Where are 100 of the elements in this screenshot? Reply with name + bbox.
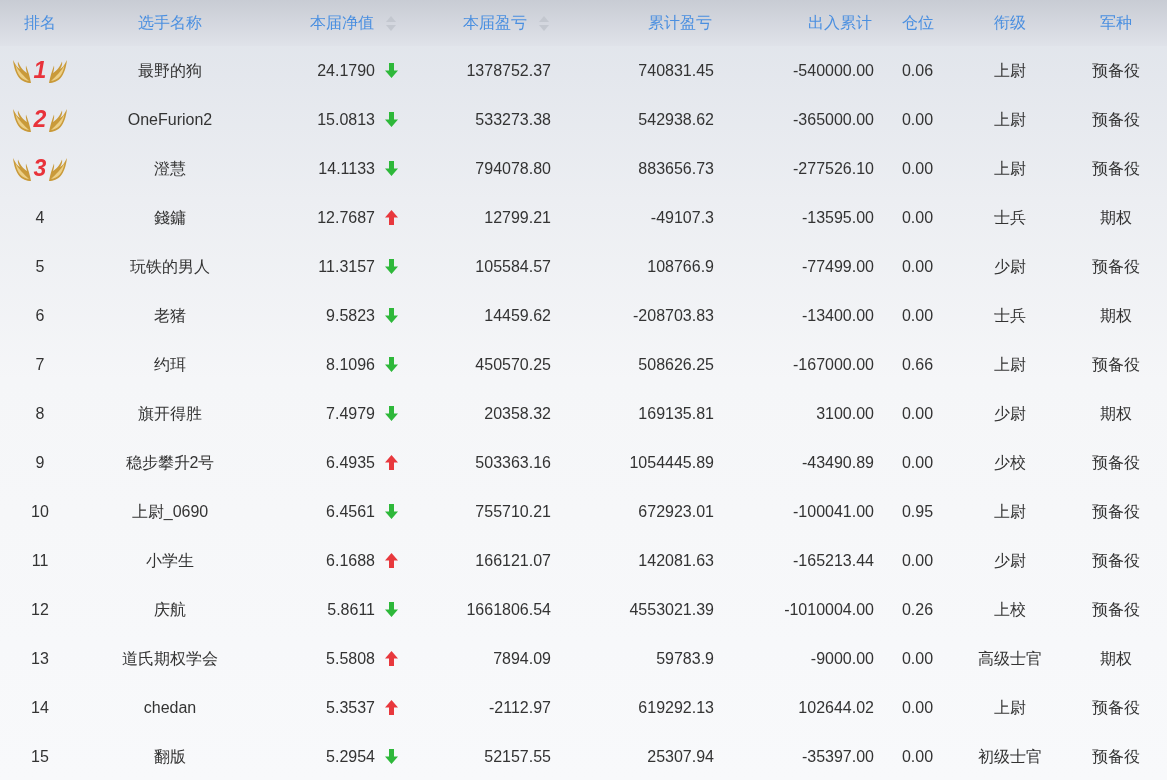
player-name: 道氏期权学会: [122, 650, 218, 667]
total-profit: -49107.3: [650, 209, 714, 226]
rank-title: 士兵: [994, 307, 1026, 324]
rank-number: 11: [31, 552, 49, 569]
flow-total: -13400.00: [801, 307, 874, 324]
net-value: 11.3157: [318, 258, 375, 275]
rank-number: 7: [35, 356, 45, 373]
total-profit: 169135.81: [638, 405, 714, 422]
player-name: 翻版: [154, 748, 186, 765]
rank-title: 高级士官: [978, 650, 1042, 667]
net-value: 9.5823: [326, 307, 375, 324]
column-header: 排名: [24, 15, 56, 31]
position-ratio: 0.00: [901, 405, 934, 422]
net-value: 8.1096: [326, 356, 375, 373]
total-profit: 1054445.89: [629, 454, 714, 471]
service-branch: 预备役: [1092, 356, 1140, 373]
period-profit: 52157.55: [484, 748, 551, 765]
player-name: 小学生: [146, 552, 194, 569]
position-ratio: 0.00: [901, 454, 934, 471]
flow-total: -35397.00: [801, 748, 874, 765]
player-name: OneFurion2: [127, 111, 213, 128]
flow-total: -9000.00: [810, 650, 874, 667]
position-ratio: 0.26: [901, 601, 934, 618]
total-profit: 142081.63: [638, 552, 714, 569]
column-header: 本届净值: [310, 15, 374, 31]
position-ratio: 0.06: [901, 62, 934, 79]
rank-title: 上尉: [994, 503, 1026, 520]
net-value: 14.1133: [318, 160, 375, 177]
net-value: 7.4979: [326, 405, 375, 422]
net-value: 5.2954: [326, 748, 375, 765]
column-header: 军种: [1100, 15, 1132, 31]
flow-total: -165213.44: [793, 552, 874, 569]
position-ratio: 0.95: [901, 503, 934, 520]
rank-title: 上校: [994, 601, 1026, 618]
rank-title: 初级士官: [978, 748, 1042, 765]
period-profit: 503363.16: [475, 454, 551, 471]
flow-total: -77499.00: [801, 258, 874, 275]
player-name: 庆航: [154, 601, 186, 618]
rank-number: 9: [35, 454, 45, 471]
position-ratio: 0.00: [901, 552, 934, 569]
flow-total: -100041.00: [793, 503, 874, 520]
net-value: 24.1790: [317, 62, 375, 79]
column-header: 出入累计: [808, 15, 872, 31]
net-value: 15.0813: [317, 111, 375, 128]
service-branch: 期权: [1100, 307, 1132, 324]
net-value: 6.4935: [326, 454, 375, 471]
column-header: 衔级: [994, 15, 1026, 31]
rank-title: 士兵: [994, 209, 1026, 226]
service-branch: 预备役: [1092, 258, 1140, 275]
service-branch: 预备役: [1092, 503, 1140, 520]
period-profit: 755710.21: [475, 503, 551, 520]
total-profit: 740831.45: [638, 62, 714, 79]
period-profit: 1661806.54: [466, 601, 551, 618]
net-value: 6.4561: [326, 503, 375, 520]
player-name: 澄慧: [154, 160, 186, 177]
player-name: chedan: [143, 699, 197, 716]
total-profit: 108766.9: [647, 258, 714, 275]
period-profit: 794078.80: [475, 160, 551, 177]
position-ratio: 0.66: [901, 356, 934, 373]
rank-number: 14: [31, 699, 49, 716]
rank-title: 少校: [994, 454, 1026, 471]
player-name: 约珥: [154, 356, 186, 373]
service-branch: 预备役: [1092, 62, 1140, 79]
column-header: 仓位: [901, 15, 934, 31]
position-ratio: 0.00: [901, 748, 934, 765]
total-profit: 542938.62: [638, 111, 714, 128]
flow-total: -277526.10: [793, 160, 874, 177]
total-profit: 619292.13: [638, 699, 714, 716]
service-branch: 预备役: [1092, 160, 1140, 177]
position-ratio: 0.00: [901, 699, 934, 716]
flow-total: -365000.00: [793, 111, 874, 128]
rank-number: 15: [31, 748, 49, 765]
player-name: 最野的狗: [138, 62, 202, 79]
rank-title: 上尉: [994, 356, 1026, 373]
service-branch: 预备役: [1092, 699, 1140, 716]
rank-number: 13: [31, 650, 49, 667]
rank-title: 上尉: [994, 699, 1026, 716]
rank-title: 上尉: [994, 160, 1026, 177]
flow-total: 3100.00: [816, 405, 874, 422]
column-header: 选手名称: [138, 15, 202, 31]
flow-total: -43490.89: [801, 454, 874, 471]
total-profit: 59783.9: [656, 650, 714, 667]
rank-title: 少尉: [994, 552, 1026, 569]
period-profit: -2112.97: [489, 699, 551, 716]
flow-total: -13595.00: [801, 209, 874, 226]
period-profit: 1378752.37: [466, 62, 551, 79]
rank-title: 上尉: [994, 62, 1026, 79]
position-ratio: 0.00: [901, 307, 934, 324]
net-value: 12.7687: [317, 209, 375, 226]
position-ratio: 0.00: [901, 650, 934, 667]
service-branch: 期权: [1100, 209, 1132, 226]
rank-number: 5: [35, 258, 45, 275]
service-branch: 期权: [1100, 650, 1132, 667]
period-profit: 166121.07: [475, 552, 551, 569]
period-profit: 20358.32: [484, 405, 551, 422]
service-branch: 预备役: [1092, 552, 1140, 569]
total-profit: 883656.73: [638, 160, 714, 177]
period-profit: 12799.21: [484, 209, 551, 226]
rank-title: 少尉: [994, 405, 1026, 422]
service-branch: 预备役: [1092, 601, 1140, 618]
